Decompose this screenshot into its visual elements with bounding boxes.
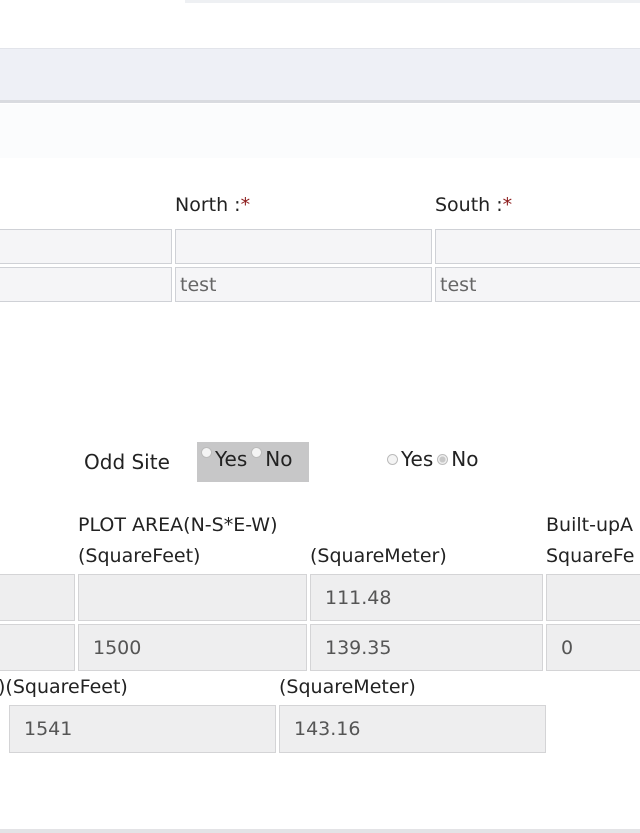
plot-area-sqft-field-1[interactable] xyxy=(78,574,307,621)
area-left-field-2[interactable] xyxy=(0,624,75,671)
odd-site-yes-radio-2[interactable] xyxy=(387,453,398,465)
odd-site-no-radio-2[interactable] xyxy=(437,453,449,465)
plot-area-sqm-label: (SquareMeter) xyxy=(310,545,447,567)
odd-site-no-label-2: No xyxy=(451,447,479,471)
plot-area-sqm-field-1[interactable]: 111.48 xyxy=(310,574,543,621)
builtup-area-field-1[interactable] xyxy=(546,574,640,621)
odd-site-yes-label-1: Yes xyxy=(215,447,248,471)
north-input-1[interactable] xyxy=(175,229,432,264)
odd-site-no-label-1: No xyxy=(265,447,293,471)
builtup-area-label: Built-upA xyxy=(546,514,634,536)
south-input-2[interactable]: test xyxy=(435,267,640,302)
boundary-left-input-2[interactable] xyxy=(0,267,172,302)
total-sqft-field[interactable]: 1541 xyxy=(9,705,276,753)
bottom-divider xyxy=(0,829,640,833)
plot-area-label: PLOT AREA(N-S*E-W) xyxy=(78,514,278,536)
plot-area-sqft-label: (SquareFeet) xyxy=(78,545,201,567)
builtup-sqft-label: SquareFe xyxy=(546,545,635,567)
odd-site-yes-radio-1[interactable] xyxy=(201,447,212,458)
north-input-2[interactable]: test xyxy=(175,267,432,302)
odd-site-no-radio-1[interactable] xyxy=(251,447,263,458)
builtup-area-field-2[interactable]: 0 xyxy=(546,624,640,671)
plot-area-sqft-field-2[interactable]: 1500 xyxy=(78,624,307,671)
odd-site-yes-label-2: Yes xyxy=(401,447,434,471)
plot-area-sqm-field-2[interactable]: 139.35 xyxy=(310,624,543,671)
total-sqm-field[interactable]: 143.16 xyxy=(279,705,546,753)
north-label: North :* xyxy=(175,194,251,216)
top-bar xyxy=(185,0,640,3)
total-sqm-label: (SquareMeter) xyxy=(279,676,416,698)
section-header xyxy=(0,48,640,101)
odd-site-label: Odd Site xyxy=(84,450,170,474)
total-sqft-label: )(SquareFeet) xyxy=(0,676,128,698)
section-divider xyxy=(0,100,640,103)
panel-background xyxy=(0,104,640,158)
south-label: South :* xyxy=(435,194,513,216)
odd-site-radio-group-1: Yes No xyxy=(197,442,309,482)
boundary-left-input-1[interactable] xyxy=(0,229,172,264)
odd-site-radio-group-2: Yes No xyxy=(383,446,479,472)
area-left-field-1[interactable] xyxy=(0,574,75,621)
south-input-1[interactable] xyxy=(435,229,640,264)
